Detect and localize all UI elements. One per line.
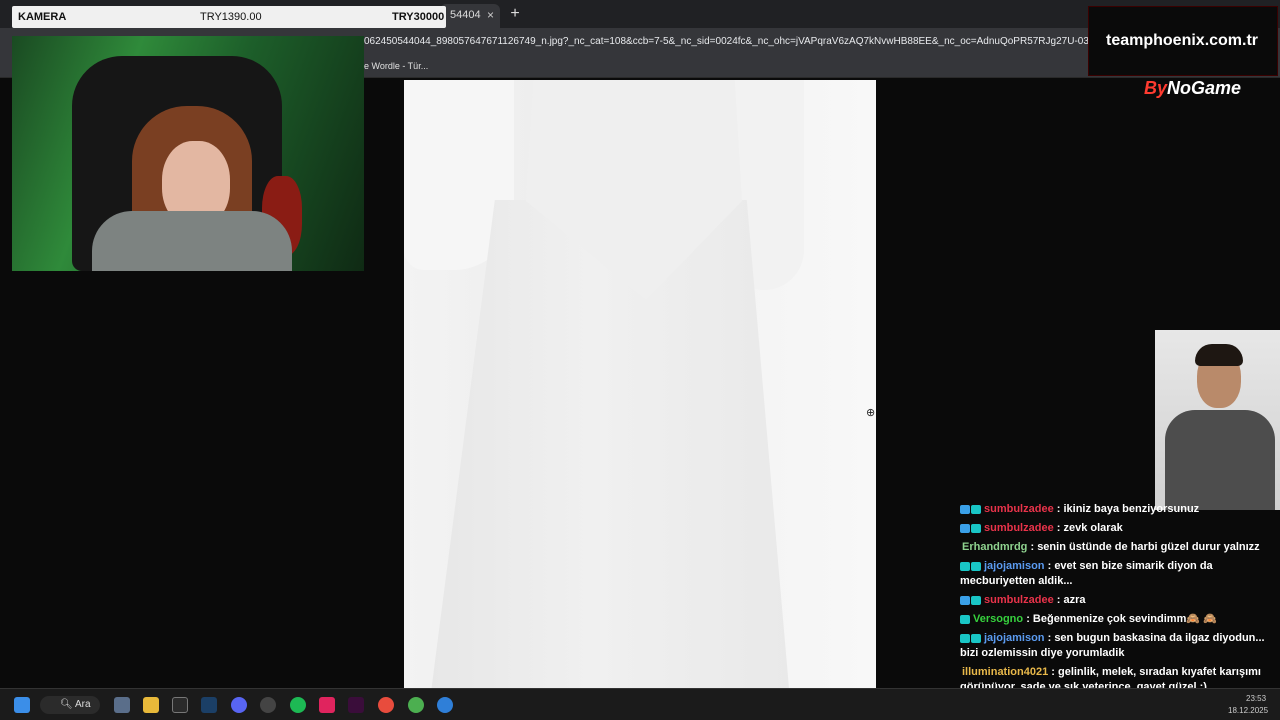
streamer-body: [92, 211, 292, 271]
chat-badge-icon: [971, 504, 981, 514]
chat-panel: sumbulzadee : ikiniz baya benziyorsunuz s…: [958, 500, 1280, 690]
url-text[interactable]: 062450544044_898057647671126749_n.jpg?_n…: [364, 36, 1124, 47]
chat-badge-icon: [960, 633, 970, 643]
chat-badge-icon: [960, 614, 970, 624]
chat-username[interactable]: sumbulzadee: [984, 503, 1054, 515]
sponsor-teamphoenix: teamphoenix.com.tr: [1106, 32, 1259, 49]
bynogame-logo-suffix: NoGame: [1167, 78, 1242, 98]
chat-username[interactable]: jajojamison: [984, 632, 1045, 644]
chat-badge-icon: [960, 523, 970, 533]
chat-message: sumbulzadee : ikiniz baya benziyorsunuz: [958, 500, 1280, 519]
chat-badge-icon: [971, 595, 981, 605]
donation-amount-1: TRY1390.00: [200, 11, 262, 23]
zoom-in-cursor-icon: ⊕: [866, 407, 876, 419]
tab-title: 54404: [450, 9, 481, 21]
chat-text: : ikiniz baya benziyorsunuz: [1056, 503, 1200, 515]
epic-games-icon[interactable]: [172, 697, 188, 713]
close-tab-icon[interactable]: ×: [487, 8, 494, 22]
chat-text: : Beğenmenize çok sevindimm🙈 🙈: [1026, 613, 1217, 625]
file-explorer-icon[interactable]: [143, 697, 159, 713]
chat-message: jajojamison : sen bugun baskasina da ilg…: [958, 629, 1280, 663]
tiktok-icon[interactable]: [319, 697, 335, 713]
chat-message: sumbulzadee : zevk olarak: [958, 519, 1280, 538]
windows-start-icon[interactable]: [14, 697, 30, 713]
steam-icon[interactable]: [201, 697, 217, 713]
chrome-icon[interactable]: [378, 697, 394, 713]
chat-badge-icon: [960, 561, 970, 571]
chat-message: illumination4021 : gelinlik, melek, sıra…: [958, 663, 1280, 690]
vegas-icon[interactable]: [348, 697, 364, 713]
chat-message: jajojamison : evet sen bize simarik diyo…: [958, 557, 1280, 591]
spotify-icon[interactable]: [290, 697, 306, 713]
obs-icon[interactable]: [260, 697, 276, 713]
chat-message: sumbulzadee : azra: [958, 591, 1280, 610]
chat-message: Versogno : Beğenmenize çok sevindimm🙈 🙈: [958, 610, 1280, 629]
chat-username[interactable]: sumbulzadee: [984, 522, 1054, 534]
guest-body: [1165, 410, 1275, 510]
search-icon: 🔍︎: [60, 699, 73, 710]
discord-icon[interactable]: [231, 697, 247, 713]
chat-username[interactable]: Erhandmrdg: [962, 541, 1027, 553]
search-label: 🔍︎ Ara: [60, 699, 91, 710]
webcam-feed: [12, 36, 364, 271]
dress-skirt: [430, 200, 790, 688]
chat-text: : zevk olarak: [1056, 522, 1123, 534]
guest-hair: [1195, 344, 1243, 366]
dress-image[interactable]: [404, 80, 876, 688]
chat-badge-icon: [971, 561, 981, 571]
chrome-icon-2[interactable]: [408, 697, 424, 713]
chat-text: : azra: [1056, 594, 1086, 606]
calculator-icon[interactable]: [114, 697, 130, 713]
chat-username[interactable]: Versogno: [973, 613, 1023, 625]
guest-photo: [1155, 330, 1280, 510]
chat-text: : senin üstünde de harbi güzel durur yal…: [1030, 541, 1260, 553]
camera-overlay-bar: KAMERA TRY1390.00 TRY30000: [12, 6, 446, 28]
chat-badge-icon: [960, 504, 970, 514]
browser-tab[interactable]: 54404 ×: [440, 4, 500, 28]
sponsor-bynogame: ByNoGame: [1144, 78, 1241, 99]
bookmark-wordle[interactable]: e Wordle - Tür...: [364, 61, 428, 71]
clock-time: 23:53: [1246, 694, 1267, 703]
chat-username[interactable]: jajojamison: [984, 560, 1045, 572]
chat-badge-icon: [971, 523, 981, 533]
chat-badge-icon: [960, 595, 970, 605]
chat-username[interactable]: sumbulzadee: [984, 594, 1054, 606]
search-text: Ara: [74, 699, 91, 710]
chat-username[interactable]: illumination4021: [962, 666, 1048, 678]
screen: 54404 × + — ▢ ✕ 062450544044_89805764767…: [0, 0, 1280, 720]
chat-message: Erhandmrdg : senin üstünde de harbi güze…: [958, 538, 1280, 557]
chat-badge-icon: [971, 633, 981, 643]
clock-date: 18.12.2025: [1228, 706, 1269, 715]
bynogame-logo-prefix: By: [1144, 78, 1168, 98]
taskbar: 🔍︎ Ara 23:53 18.12.2025: [0, 688, 1280, 720]
app-icon[interactable]: [437, 697, 453, 713]
camera-title: KAMERA: [18, 11, 67, 23]
donation-amount-2: TRY30000: [392, 11, 445, 23]
new-tab-button[interactable]: +: [506, 5, 524, 23]
